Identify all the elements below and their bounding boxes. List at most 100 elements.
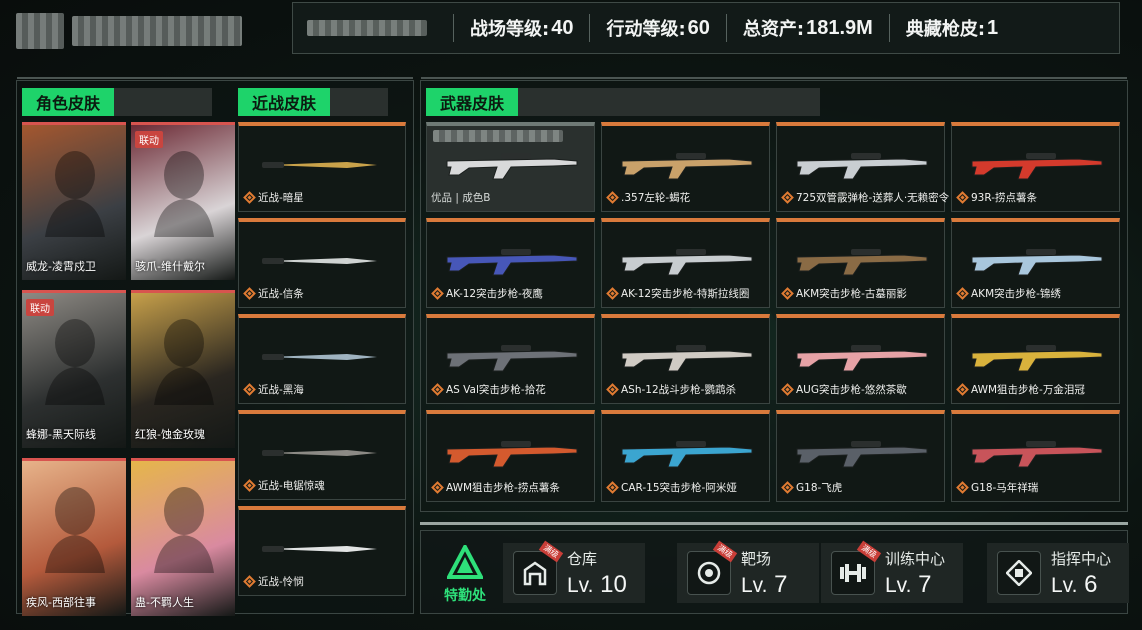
character-skin-name: 蜂娜-黑天际线 [26,428,96,441]
weapon-image [777,236,944,286]
weapon-skin-card[interactable]: AWM狙击步枪-捞点薯条 [426,410,595,502]
character-skin-card[interactable]: 疾风-西部往事 [22,458,126,616]
weapon-skin-card[interactable]: 93R-捞点薯条 [951,122,1120,212]
special-ops-bar: 特勤处 满级 仓库 Lv. 10 满级 靶场 Lv. 7 满级 训练中心 Lv. 7 指挥中心 Lv… [420,530,1129,614]
melee-skin-card[interactable]: 近战-黑海 [238,314,406,404]
weapon-skin-card[interactable]: AKM突击步枪-锦绣 [951,218,1120,308]
weapon-skin-name: AWM狙击步枪-捞点薯条 [446,482,560,494]
weapon-name-blurred [433,130,563,142]
character-silhouette [154,319,214,405]
weapon-image [427,332,594,382]
melee-weapon-image [239,332,405,382]
weapon-image [777,332,944,382]
facility-target[interactable]: 满级 靶场 Lv. 7 [677,540,819,603]
character-skin-name: 疾风-西部往事 [26,596,96,609]
section-character-skins: 角色皮肤 [22,88,213,116]
weapon-skin-name: .357左轮-蝎花 [621,192,691,204]
weapon-image [952,140,1119,190]
facility-level: Lv. 10 [567,570,627,598]
rarity-diamond-icon [243,383,256,396]
character-skin-card[interactable]: 红狼-蚀金玫瑰 [131,290,235,448]
character-silhouette [45,319,105,405]
quality-label: 优品 | 成色B [431,192,491,204]
warehouse-icon: 满级 [513,540,564,595]
stat-battlefield-level: 战场等级: 40 [470,16,574,41]
weapon-skin-card[interactable]: AWM狙击步枪-万金泪冠 [951,314,1120,404]
weapon-skin-name: ASh-12战斗步枪-鹦鹉杀 [621,384,736,396]
special-ops-logo[interactable]: 特勤处 [435,543,495,609]
rarity-diamond-icon [431,383,444,396]
melee-skin-card[interactable]: 近战-怜悯 [238,506,406,596]
special-ops-triangle-icon [447,545,483,579]
weapon-skin-card[interactable]: 725双管霰弹枪-送葬人·无赖密令 [776,122,949,212]
weapon-image [427,140,594,190]
rarity-diamond-icon [243,287,256,300]
rarity-diamond-icon [431,481,444,494]
character-skin-card[interactable]: 蛊-不羁人生 [131,458,235,616]
avatar-blurred [16,13,64,49]
weapon-skin-name: G18-马年祥瑞 [971,482,1039,494]
weapon-skin-name: 725双管霰弹枪-送葬人·无赖密令 [796,192,950,204]
stat-total-assets: 总资产: 181.9M [742,16,873,41]
character-skin-name: 红狼-蚀金玫瑰 [135,428,205,441]
weapon-image [427,236,594,286]
weapon-image [952,236,1119,286]
weapon-skin-card[interactable]: G18-飞虎 [776,410,945,502]
weapon-skin-card[interactable]: AK-12突击步枪-夜鹰 [426,218,595,308]
weapon-skin-card[interactable]: AKM突击步枪-古墓丽影 [776,218,945,308]
rarity-diamond-icon [956,287,969,300]
rarity-diamond-icon [956,383,969,396]
melee-weapon-image [239,140,405,190]
facility-dumbbell[interactable]: 满级 训练中心 Lv. 7 [821,540,963,603]
profile-header: 战场等级: 40 行动等级: 60 总资产: 181.9M 典藏枪皮: 1 [0,0,1142,70]
weapon-skin-card[interactable]: .357左轮-蝎花 [601,122,770,212]
melee-skin-card[interactable]: 近战-信条 [238,218,406,308]
rarity-diamond-icon [781,287,794,300]
facility-name: 指挥中心 [1051,549,1112,568]
character-silhouette [45,151,105,237]
facility-command[interactable]: 指挥中心 Lv. 6 [987,543,1129,603]
facility-warehouse[interactable]: 满级 仓库 Lv. 10 [503,540,645,603]
weapon-skin-card[interactable]: ASh-12战斗步枪-鹦鹉杀 [601,314,770,404]
weapon-skin-card[interactable]: AK-12突击步枪-特斯拉线圈 [601,218,770,308]
facility-level: Lv. 6 [1051,570,1098,598]
weapon-skin-card-selected[interactable]: 优品 | 成色B [426,122,595,212]
facility-name: 靶场 [741,549,772,568]
weapon-skin-card[interactable]: CAR-15突击步枪-阿米娅 [601,410,770,502]
weapon-skin-card[interactable]: G18-马年祥瑞 [951,410,1120,502]
weapon-skin-name: AKM突击步枪-古墓丽影 [796,288,907,300]
weapon-skin-card[interactable]: AUG突击步枪-悠然茶歇 [776,314,945,404]
melee-skin-name: 近战-信条 [258,288,304,300]
collab-tag: 联动 [135,131,163,148]
melee-skin-card[interactable]: 近战-暗星 [238,122,406,212]
weapon-skin-card[interactable]: AS Val突击步枪-拾花 [426,314,595,404]
rarity-diamond-icon [781,481,794,494]
rarity-diamond-icon [781,191,794,204]
weapon-skin-name: 93R-捞点薯条 [971,192,1038,204]
melee-skin-name: 近战-黑海 [258,384,304,396]
rarity-diamond-icon [243,191,256,204]
facility-level: Lv. 7 [741,570,788,598]
collab-tag: 联动 [26,299,54,316]
melee-weapon-image [239,524,405,574]
stat-operation-level: 行动等级: 60 [606,16,710,41]
command-icon [997,551,1041,595]
weapon-image [427,428,594,478]
weapon-skin-name: AKM突击步枪-锦绣 [971,288,1061,300]
max-level-ribbon: 满级 [856,540,882,563]
character-skin-name: 蛊-不羁人生 [135,596,194,609]
rarity-diamond-icon [606,481,619,494]
player-name-blurred [16,6,266,56]
melee-skin-card[interactable]: 近战-电锯惊魂 [238,410,406,500]
weapon-skin-name: AK-12突击步枪-特斯拉线圈 [621,288,750,300]
weapon-skin-name: AUG突击步枪-悠然茶歇 [796,384,907,396]
rarity-diamond-icon [606,191,619,204]
section-weapon-skins: 武器皮肤 [426,88,821,116]
character-skin-card[interactable]: 威龙-凌霄戍卫 [22,122,126,280]
character-skin-name: 威龙-凌霄戍卫 [26,260,96,273]
weapon-image [602,236,769,286]
character-skin-card[interactable]: 联动蜂娜-黑天际线 [22,290,126,448]
character-skin-card[interactable]: 联动 骇爪-维什戴尔 [131,122,235,280]
rarity-diamond-icon [781,383,794,396]
melee-skin-name: 近战-怜悯 [258,576,304,588]
